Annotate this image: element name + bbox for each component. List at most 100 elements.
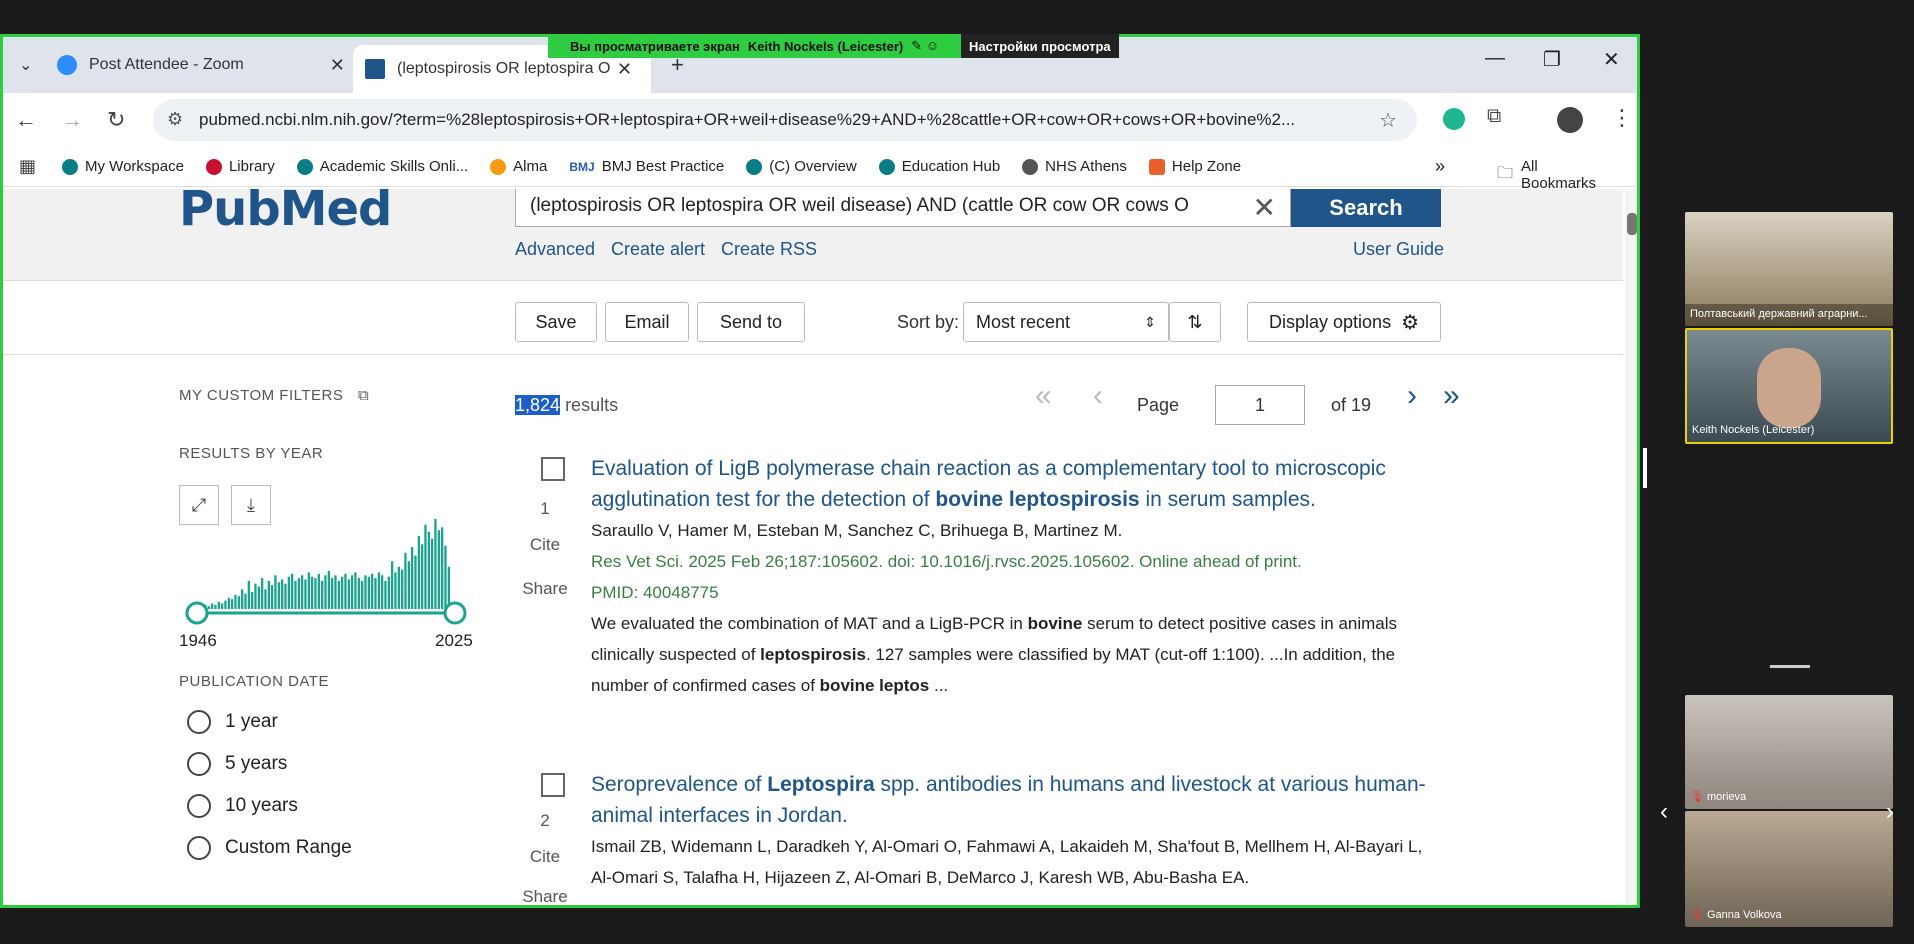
histogram-bar[interactable] bbox=[431, 538, 434, 609]
apps-grid-icon[interactable]: ▦ bbox=[19, 156, 36, 177]
histogram-bar[interactable] bbox=[214, 604, 217, 609]
page-number-input[interactable]: 1 bbox=[1215, 385, 1305, 425]
participant-tile[interactable]: 🎙 Ganna Volkova bbox=[1685, 811, 1893, 927]
histogram-bar[interactable] bbox=[284, 583, 287, 609]
histogram-bar[interactable] bbox=[261, 578, 264, 609]
histogram-bar[interactable] bbox=[251, 592, 254, 609]
bookmark-library[interactable]: Library bbox=[205, 158, 275, 175]
tab-zoom[interactable]: Post Attendee - Zoom ✕ bbox=[57, 45, 345, 85]
histogram-bar[interactable] bbox=[294, 580, 297, 609]
histogram-bar[interactable] bbox=[351, 575, 354, 610]
save-button[interactable]: Save bbox=[515, 302, 597, 342]
sort-select[interactable]: Most recent ⇕ bbox=[963, 302, 1169, 342]
date-5-years-radio[interactable]: 5 years bbox=[187, 743, 352, 785]
histogram-bar[interactable] bbox=[364, 575, 367, 610]
histogram-bar[interactable] bbox=[341, 576, 344, 609]
histogram-bar[interactable] bbox=[291, 573, 294, 609]
histogram-bar[interactable] bbox=[434, 519, 437, 609]
search-button[interactable]: Search bbox=[1291, 189, 1441, 227]
histogram-bar[interactable] bbox=[437, 530, 440, 610]
histogram-bar[interactable] bbox=[271, 585, 274, 609]
date-10-years-radio[interactable]: 10 years bbox=[187, 785, 352, 827]
send-to-button[interactable]: Send to bbox=[697, 302, 805, 342]
external-link-icon[interactable]: ⧉ bbox=[358, 387, 369, 404]
histogram-bar[interactable] bbox=[424, 524, 427, 609]
histogram-bar[interactable] bbox=[254, 583, 257, 609]
panel-resize-handle[interactable] bbox=[1643, 448, 1647, 488]
histogram-bar[interactable] bbox=[401, 569, 404, 609]
create-alert-link[interactable]: Create alert bbox=[611, 239, 705, 260]
site-info-icon[interactable]: ⚙ bbox=[167, 109, 183, 130]
histogram-bar[interactable] bbox=[394, 572, 397, 609]
all-bookmarks[interactable]: 🗀 All Bookmarks bbox=[1497, 158, 1615, 192]
previous-page-icon[interactable]: ‹ bbox=[1093, 379, 1103, 413]
share-button[interactable]: Share bbox=[515, 579, 575, 599]
create-rss-link[interactable]: Create RSS bbox=[721, 239, 817, 260]
histogram-bar[interactable] bbox=[287, 576, 290, 609]
date-1-year-radio[interactable]: 1 year bbox=[187, 701, 352, 743]
next-participants-icon[interactable]: › bbox=[1886, 798, 1894, 826]
close-tab-icon[interactable]: ✕ bbox=[330, 55, 345, 76]
bookmark-alma[interactable]: Alma bbox=[490, 158, 547, 175]
reload-icon[interactable]: ↻ bbox=[107, 107, 125, 133]
close-tab-icon[interactable]: ✕ bbox=[617, 59, 632, 80]
histogram-bar[interactable] bbox=[257, 586, 260, 610]
histogram-bar[interactable] bbox=[441, 527, 444, 609]
histogram-bar[interactable] bbox=[227, 597, 230, 610]
cite-button[interactable]: Cite bbox=[515, 847, 575, 867]
histogram-bar[interactable] bbox=[247, 580, 250, 609]
custom-filters-heading[interactable]: MY CUSTOM FILTERS ⧉ bbox=[179, 387, 369, 404]
advanced-link[interactable]: Advanced bbox=[515, 239, 595, 260]
histogram-bar[interactable] bbox=[444, 545, 447, 609]
participant-tile[interactable]: 🎙 morieva bbox=[1685, 695, 1893, 809]
profile-avatar[interactable] bbox=[1557, 107, 1583, 133]
range-end-handle[interactable] bbox=[443, 601, 467, 625]
histogram-bar[interactable] bbox=[274, 575, 277, 610]
restore-icon[interactable]: ❐ bbox=[1543, 47, 1561, 72]
select-checkbox[interactable] bbox=[541, 457, 565, 481]
histogram-bar[interactable] bbox=[237, 596, 240, 609]
histogram-bar[interactable] bbox=[337, 580, 340, 609]
histogram-bar[interactable] bbox=[221, 603, 224, 609]
histogram-bar[interactable] bbox=[357, 578, 360, 609]
histogram-bar[interactable] bbox=[391, 561, 394, 609]
tab-list-button[interactable]: ⌄ bbox=[19, 45, 32, 85]
histogram-bar[interactable] bbox=[297, 578, 300, 609]
histogram-bar[interactable] bbox=[404, 552, 407, 610]
histogram-bar[interactable] bbox=[267, 580, 270, 609]
histogram-bar[interactable] bbox=[354, 572, 357, 609]
panel-grip[interactable] bbox=[1770, 665, 1810, 668]
histogram-bar[interactable] bbox=[231, 599, 234, 609]
back-icon[interactable]: ← bbox=[15, 107, 37, 133]
histogram-bar[interactable] bbox=[414, 555, 417, 609]
address-bar[interactable]: ⚙ pubmed.ncbi.nlm.nih.gov/?term=%28lepto… bbox=[153, 99, 1417, 141]
histogram-bar[interactable] bbox=[367, 576, 370, 609]
bookmark-academic-skills[interactable]: Academic Skills Onli... bbox=[296, 158, 468, 175]
display-options-button[interactable]: Display options ⚙ bbox=[1247, 302, 1441, 342]
histogram-bar[interactable] bbox=[281, 579, 284, 610]
histogram-bar[interactable] bbox=[334, 575, 337, 610]
view-options-button[interactable]: Настройки просмотра bbox=[969, 39, 1111, 54]
histogram-bar[interactable] bbox=[317, 573, 320, 609]
bookmark-bmj[interactable]: BMJ BMJ Best Practice bbox=[569, 158, 724, 175]
histogram-bar[interactable] bbox=[301, 575, 304, 610]
histogram-bar[interactable] bbox=[421, 544, 424, 609]
participant-tile-speaking[interactable]: Keith Nockels (Leicester) bbox=[1685, 328, 1893, 444]
histogram-bar[interactable] bbox=[407, 561, 410, 609]
select-checkbox[interactable] bbox=[541, 773, 565, 797]
cite-button[interactable]: Cite bbox=[515, 535, 575, 555]
histogram-bar[interactable] bbox=[427, 531, 430, 609]
histogram-bar[interactable] bbox=[417, 535, 420, 609]
histogram-bar[interactable] bbox=[244, 593, 247, 610]
share-button[interactable]: Share bbox=[515, 887, 575, 905]
participant-tile[interactable]: Полтавський державний аграрни... bbox=[1685, 212, 1893, 326]
article-title-link[interactable]: Seroprevalence of Leptospira spp. antibo… bbox=[591, 769, 1441, 831]
histogram-bar[interactable] bbox=[207, 606, 210, 609]
extension-icon[interactable] bbox=[1443, 108, 1465, 130]
histogram-bar[interactable] bbox=[397, 566, 400, 609]
histogram-bar[interactable] bbox=[324, 575, 327, 610]
histogram-bar[interactable] bbox=[311, 576, 314, 609]
scrollbar-thumb[interactable] bbox=[1627, 213, 1637, 235]
histogram-bar[interactable] bbox=[304, 579, 307, 610]
first-page-icon[interactable]: « bbox=[1035, 379, 1052, 413]
